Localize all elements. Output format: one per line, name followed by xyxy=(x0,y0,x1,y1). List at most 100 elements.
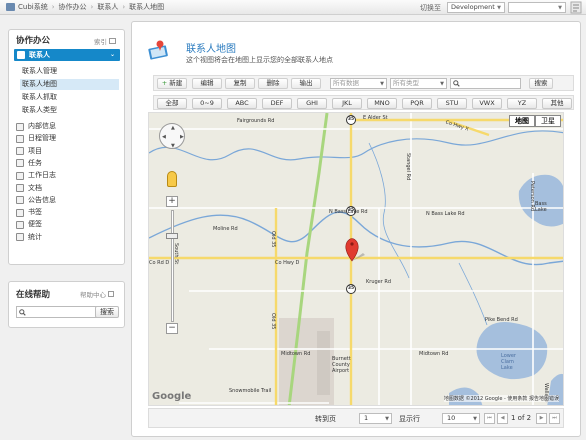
copy-button[interactable]: 复制 xyxy=(225,78,255,89)
help-center-link[interactable]: 帮助中心 xyxy=(80,289,114,299)
environment-select[interactable]: Development ▼ xyxy=(447,2,505,13)
arrow-up-icon[interactable]: ▲ xyxy=(171,125,175,131)
toolbar-search-input[interactable] xyxy=(450,78,521,89)
sidebar-module-item[interactable]: 书签 xyxy=(16,207,42,218)
contacts-icon xyxy=(17,51,25,59)
map-label: N Bass Lake Rd xyxy=(426,211,465,217)
breadcrumb-item[interactable]: 协作办公 xyxy=(59,2,87,12)
alpha-filter-button[interactable]: JKL xyxy=(332,98,362,109)
prev-page-button[interactable]: ◀ xyxy=(497,413,508,424)
zoom-in-button[interactable]: + xyxy=(166,196,178,207)
alpha-filter-button[interactable]: YZ xyxy=(507,98,537,109)
sidebar-module-item[interactable]: 日程管理 xyxy=(16,133,56,144)
breadcrumb-separator: › xyxy=(51,3,55,11)
arrow-left-icon[interactable]: ◀ xyxy=(162,134,166,140)
goto-page-label: 转到页 xyxy=(315,415,336,423)
page-select-value: 1 xyxy=(364,414,369,422)
edit-button[interactable]: 编辑 xyxy=(192,78,222,89)
pan-control[interactable]: ▲ ▼ ◀ ▶ xyxy=(159,123,185,149)
alpha-filter-button[interactable]: STU xyxy=(437,98,467,109)
sidebar-module-label: 项目 xyxy=(28,146,42,155)
sidebar-subitem[interactable]: 联系人抓取 xyxy=(21,92,120,103)
chevron-down-icon: ▼ xyxy=(473,416,477,422)
last-page-button[interactable]: ⏭ xyxy=(549,413,560,424)
map-label: Peterson Rd xyxy=(529,181,535,212)
alpha-filter-button[interactable]: PQR xyxy=(402,98,432,109)
sidebar-module-item[interactable]: 公告信息 xyxy=(16,195,56,206)
home-icon[interactable] xyxy=(6,3,15,11)
sidebar-module-item[interactable]: 工作日志 xyxy=(16,170,56,181)
sidebar-module-label: 公告信息 xyxy=(28,195,56,204)
sidebar-subitem[interactable]: 联系人管理 xyxy=(21,66,120,77)
sidebar-module-label: 书签 xyxy=(28,208,42,217)
page-select[interactable]: 1 ▼ xyxy=(359,413,392,424)
language-icon[interactable] xyxy=(570,1,582,14)
alpha-filter-button[interactable]: 0~9 xyxy=(192,98,222,109)
breadcrumb-item[interactable]: Cubi系统 xyxy=(18,2,48,12)
index-label: 索引 xyxy=(94,38,107,46)
arrow-down-icon[interactable]: ▼ xyxy=(171,143,175,149)
map-label: Moline Rd xyxy=(213,226,238,232)
toolbar-search-button[interactable]: 搜索 xyxy=(529,78,553,89)
sidebar-module-item[interactable]: 项目 xyxy=(16,146,42,157)
map-view-button[interactable]: 地图 xyxy=(509,115,535,127)
sidebar-module-item[interactable]: 内部信息 xyxy=(16,121,56,132)
new-button[interactable]: + 新建 xyxy=(157,78,187,89)
map-label: Stangel Rd xyxy=(405,153,411,181)
map-label: Burnett County Airport xyxy=(332,356,351,374)
module-icon xyxy=(16,134,24,143)
help-search-button[interactable]: 搜索 xyxy=(95,306,119,318)
main-panel: 联系人地图 这个视图将会在地图上显示您的全部联系人地点 + 新建 编辑 复制 删… xyxy=(131,21,581,437)
plus-icon: + xyxy=(161,79,168,87)
sidebar-group-contacts[interactable]: 联系人 ⌄ xyxy=(14,49,120,61)
satellite-view-button[interactable]: 卫星 xyxy=(535,115,561,127)
alpha-filter-button[interactable]: MNO xyxy=(367,98,397,109)
rows-select[interactable]: 10 ▼ xyxy=(442,413,480,424)
export-button[interactable]: 输出 xyxy=(291,78,321,89)
secondary-select[interactable]: ▼ xyxy=(508,2,566,13)
alpha-filter-button[interactable]: 其他 xyxy=(542,98,572,109)
alpha-filter-button[interactable]: DEF xyxy=(262,98,292,109)
first-page-button[interactable]: ⏮ xyxy=(484,413,495,424)
breadcrumb-item[interactable]: 联系人 xyxy=(97,2,118,12)
next-page-button[interactable]: ▶ xyxy=(536,413,547,424)
chevron-down-icon: ▼ xyxy=(497,5,501,11)
sidebar-module-item[interactable]: 文档 xyxy=(16,183,42,194)
route-shield: 35 xyxy=(346,115,356,125)
google-logo: Google xyxy=(152,391,192,402)
page-info: 1 of 2 xyxy=(511,414,532,422)
module-icon xyxy=(16,220,24,229)
data-filter-select[interactable]: 所有数据 ▼ xyxy=(330,78,387,89)
help-panel: 在线帮助 帮助中心 搜索 xyxy=(8,281,125,328)
sidebar-module-item[interactable]: 统计 xyxy=(16,232,42,243)
map-canvas[interactable]: 35 35 35 70 Fairgrounds Rd E Alder St Co… xyxy=(148,112,564,406)
zoom-slider[interactable] xyxy=(171,210,174,322)
sidebar-module-item[interactable]: 任务 xyxy=(16,158,42,169)
map-copyright[interactable]: 地图数据 ©2012 Google - 使用条款 报告地图错误 xyxy=(443,395,559,402)
map-label: Bass Lake xyxy=(535,201,547,213)
zoom-out-button[interactable]: − xyxy=(166,323,178,334)
alpha-filter-button[interactable]: 全部 xyxy=(157,98,187,109)
arrow-right-icon[interactable]: ▶ xyxy=(180,134,184,140)
sidebar-subitem[interactable]: 联系人类型 xyxy=(21,105,120,116)
pager: 转到页 1 ▼ 显示行 10 ▼ ⏮ ◀ 1 of 2 ▶ ⏭ xyxy=(148,408,564,428)
index-link[interactable]: 索引 xyxy=(94,36,116,46)
sidebar-subitem[interactable]: 联系人地图 xyxy=(20,79,119,90)
map-label: Co Hwy D xyxy=(275,260,300,266)
module-icon xyxy=(16,233,24,242)
sidebar-module-item[interactable]: 便签 xyxy=(16,219,42,230)
search-icon xyxy=(453,80,460,87)
help-search-input[interactable] xyxy=(16,306,100,318)
alpha-filter-button[interactable]: VWX xyxy=(472,98,502,109)
alpha-filter-button[interactable]: GHI xyxy=(297,98,327,109)
switch-label: 切换至 xyxy=(420,4,441,12)
new-button-label: 新建 xyxy=(169,79,183,87)
zoom-slider-handle[interactable] xyxy=(166,233,178,239)
toolbar: + 新建 编辑 复制 删除 输出 所有数据 ▼ 所有类型 ▼ 搜索 xyxy=(153,75,574,91)
street-view-pegman-icon[interactable] xyxy=(167,171,177,187)
delete-button[interactable]: 删除 xyxy=(258,78,288,89)
type-filter-select[interactable]: 所有类型 ▼ xyxy=(390,78,447,89)
alpha-filter-button[interactable]: ABC xyxy=(227,98,257,109)
help-title: 在线帮助 xyxy=(16,290,51,300)
alpha-filter-bar: 全部 0~9 ABC DEF GHI JKL MNO PQR STU VWX YZ 其他 xyxy=(153,95,574,110)
